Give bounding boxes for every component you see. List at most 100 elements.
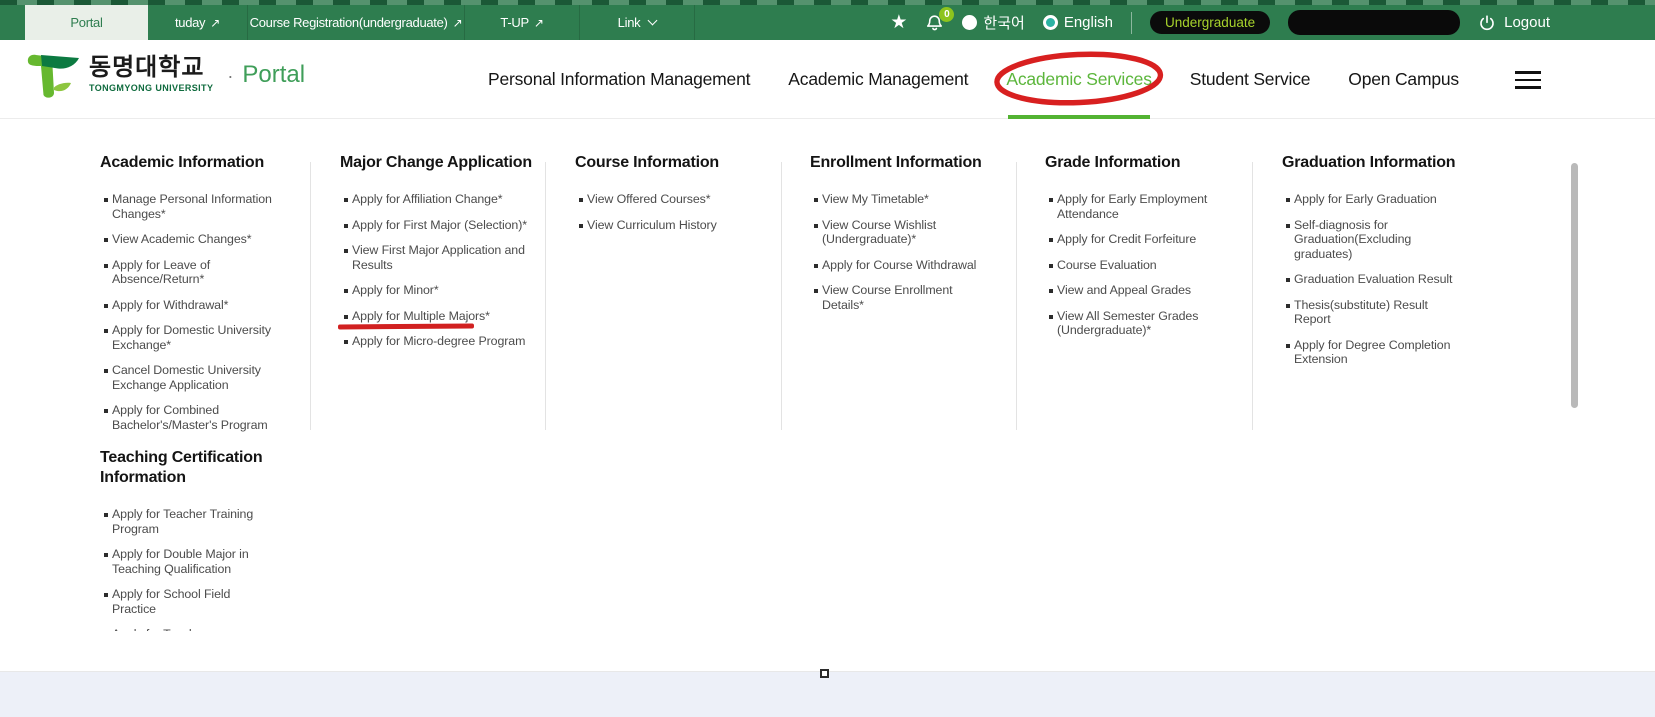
menu-item-label: Apply for Course Withdrawal — [822, 258, 986, 273]
page-background-strip — [0, 672, 1655, 717]
menu-item-label: View My Timetable* — [822, 192, 986, 207]
menu-item-view-curriculum-history[interactable]: View Curriculum History — [575, 218, 765, 233]
menu-item-thesis-substitute-result-report[interactable]: Thesis(substitute) Result Report — [1282, 298, 1466, 327]
menu-item-apply-for-course-withdrawal[interactable]: Apply for Course Withdrawal — [810, 258, 986, 273]
tab-link[interactable]: Link — [580, 5, 695, 40]
university-logo[interactable]: 동명대학교 TONGMYONG UNIVERSITY · Portal — [25, 53, 305, 100]
menu-item-view-all-semester-grades-undergraduate[interactable]: View All Semester Grades (Undergraduate)… — [1045, 309, 1223, 338]
nav-item-label: Academic Services — [1006, 69, 1151, 90]
external-link-icon: ↗ — [534, 16, 544, 30]
menu-item-apply-for-school-field-practice[interactable]: Apply for School Field Practice — [100, 587, 272, 616]
menu-item-label: View Academic Changes* — [112, 232, 272, 247]
menu-section-academic-information: Academic Information Manage Personal Info… — [100, 153, 272, 432]
menu-item-view-course-enrollment-details[interactable]: View Course Enrollment Details* — [810, 283, 986, 312]
tab-course-registration-undergraduate[interactable]: Course Registration(undergraduate)↗ — [248, 5, 465, 40]
tab-tuday[interactable]: tuday↗ — [148, 5, 248, 40]
menu-column-2: Major Change ApplicationApply for Affili… — [340, 153, 532, 360]
power-icon — [1478, 14, 1496, 32]
menu-item-apply-for-minor[interactable]: Apply for Minor* — [340, 283, 532, 298]
logo-separator-dot: · — [227, 66, 233, 87]
column-divider — [1016, 162, 1017, 430]
korean-radio-icon — [962, 15, 977, 30]
role-badge: Undergraduate — [1150, 11, 1270, 34]
menu-item-label: View Curriculum History — [587, 218, 765, 233]
menu-item-apply-for-early-employment-attendance[interactable]: Apply for Early Employment Attendance — [1045, 192, 1223, 221]
menu-item-apply-for-withdrawal[interactable]: Apply for Withdrawal* — [100, 298, 272, 313]
menu-item-view-academic-changes[interactable]: View Academic Changes* — [100, 232, 272, 247]
language-english[interactable]: English — [1043, 14, 1113, 31]
menu-item-apply-for-early-graduation[interactable]: Apply for Early Graduation — [1282, 192, 1466, 207]
menu-item-apply-for-combined-bachelor-s-master-s-program[interactable]: Apply for Combined Bachelor's/Master's P… — [100, 403, 272, 432]
nav-item-academic-services[interactable]: Academic Services — [1006, 40, 1151, 119]
nav-item-label: Academic Management — [788, 69, 968, 90]
menu-scrollbar-thumb[interactable] — [1571, 163, 1578, 408]
menu-item-course-evaluation[interactable]: Course Evaluation — [1045, 258, 1223, 273]
column-divider — [310, 162, 311, 430]
menu-item-view-offered-courses[interactable]: View Offered Courses* — [575, 192, 765, 207]
notifications-bell[interactable]: 0 — [925, 12, 944, 33]
menu-item-view-and-appeal-grades[interactable]: View and Appeal Grades — [1045, 283, 1223, 298]
nav-item-label: Open Campus — [1348, 69, 1459, 90]
menu-item-label: Self-diagnosis for Graduation(Excluding … — [1294, 218, 1466, 262]
main-navigation: Personal Information Management Academic … — [488, 40, 1459, 119]
menu-column-4: Enrollment InformationView My Timetable*… — [810, 153, 986, 323]
nav-item-student-service[interactable]: Student Service — [1190, 40, 1311, 119]
menu-item-apply-for-micro-degree-program[interactable]: Apply for Micro-degree Program — [340, 334, 532, 349]
menu-item-label: Apply for Affiliation Change* — [352, 192, 532, 207]
nav-item-academic-management[interactable]: Academic Management — [788, 40, 968, 119]
menu-item-apply-for-first-major-selection[interactable]: Apply for First Major (Selection)* — [340, 218, 532, 233]
menu-item-apply-for-credit-forfeiture[interactable]: Apply for Credit Forfeiture — [1045, 232, 1223, 247]
column-divider — [1252, 162, 1253, 430]
menu-item-view-course-wishlist-undergraduate[interactable]: View Course Wishlist (Undergraduate)* — [810, 218, 986, 247]
logo-english-name: TONGMYONG UNIVERSITY — [89, 83, 213, 93]
menu-item-label: Apply for Credit Forfeiture — [1057, 232, 1223, 247]
menu-item-cancel-domestic-university-exchange-application[interactable]: Cancel Domestic University Exchange Appl… — [100, 363, 272, 392]
menu-column-1: Academic Information Manage Personal Info… — [100, 153, 272, 631]
menu-item-label: Apply for Early Graduation — [1294, 192, 1466, 207]
menu-item-apply-for-degree-completion-extension[interactable]: Apply for Degree Completion Extension — [1282, 338, 1466, 367]
menu-section-grade-information: Grade Information Apply for Early Employm… — [1045, 153, 1223, 338]
tab-portal[interactable]: Portal — [25, 5, 148, 40]
menu-item-apply-for-multiple-majors[interactable]: Apply for Multiple Majors* — [340, 309, 532, 324]
menu-section-teaching-certification-information: Teaching Certification InformationApply … — [100, 448, 272, 631]
menu-item-label: Apply for Degree Completion Extension — [1294, 338, 1466, 367]
menu-item-apply-for-affiliation-change[interactable]: Apply for Affiliation Change* — [340, 192, 532, 207]
hamburger-menu-icon[interactable] — [1515, 71, 1541, 94]
menu-item-label: Apply for First Major (Selection)* — [352, 218, 532, 233]
favorites-star-icon[interactable]: ★ — [890, 13, 907, 32]
nav-item-personal-information-management[interactable]: Personal Information Management — [488, 40, 750, 119]
red-underline-annotation — [338, 324, 474, 330]
menu-item-label: Cancel Domestic University Exchange Appl… — [112, 363, 272, 392]
menu-item-graduation-evaluation-result[interactable]: Graduation Evaluation Result — [1282, 272, 1466, 287]
menu-item-manage-personal-information-changes[interactable]: Manage Personal Information Changes* — [100, 192, 272, 221]
menu-item-apply-for-double-major-in-teaching-qualification[interactable]: Apply for Double Major in Teaching Quali… — [100, 547, 272, 576]
redacted-username — [1288, 10, 1460, 35]
menu-item-label: Manage Personal Information Changes* — [112, 192, 272, 221]
nav-item-open-campus[interactable]: Open Campus — [1348, 40, 1459, 119]
language-korean[interactable]: 한국어 — [962, 12, 1024, 33]
menu-item-apply-for-teacher-training-program[interactable]: Apply for Teacher Training Program — [100, 507, 272, 536]
menu-item-label: View All Semester Grades (Undergraduate)… — [1057, 309, 1223, 338]
menu-section-title: Academic Information — [100, 153, 272, 173]
menu-section-title: Grade Information — [1045, 153, 1223, 173]
menu-item-apply-for-leave-of-absence-return[interactable]: Apply for Leave of Absence/Return* — [100, 258, 272, 287]
menu-column-5: Grade Information Apply for Early Employm… — [1045, 153, 1223, 349]
logout-button[interactable]: Logout — [1478, 14, 1550, 32]
logo-korean-name: 동명대학교 — [89, 53, 213, 83]
mega-menu-columns: Academic Information Manage Personal Info… — [0, 120, 1655, 631]
resize-handle-square[interactable] — [820, 669, 829, 678]
menu-item-self-diagnosis-for-graduation-excluding-graduates[interactable]: Self-diagnosis for Graduation(Excluding … — [1282, 218, 1466, 262]
menu-item-view-first-major-application-and-results[interactable]: View First Major Application and Results — [340, 243, 532, 272]
site-header: 동명대학교 TONGMYONG UNIVERSITY · Portal Pers… — [0, 40, 1655, 119]
menu-item-apply-for-teacher[interactable]: Apply for Teacher — [100, 627, 272, 631]
menu-item-label: Apply for Combined Bachelor's/Master's P… — [112, 403, 272, 432]
menu-item-label: Apply for Micro-degree Program — [352, 334, 532, 349]
menu-item-label: Apply for Minor* — [352, 283, 532, 298]
tab-t-up[interactable]: T-UP↗ — [465, 5, 580, 40]
menu-item-label: Course Evaluation — [1057, 258, 1223, 273]
menu-item-label: Graduation Evaluation Result — [1294, 272, 1466, 287]
menu-item-label: Thesis(substitute) Result Report — [1294, 298, 1466, 327]
menu-item-view-my-timetable[interactable]: View My Timetable* — [810, 192, 986, 207]
menu-item-apply-for-domestic-university-exchange[interactable]: Apply for Domestic University Exchange* — [100, 323, 272, 352]
external-link-icon: ↗ — [210, 16, 220, 30]
